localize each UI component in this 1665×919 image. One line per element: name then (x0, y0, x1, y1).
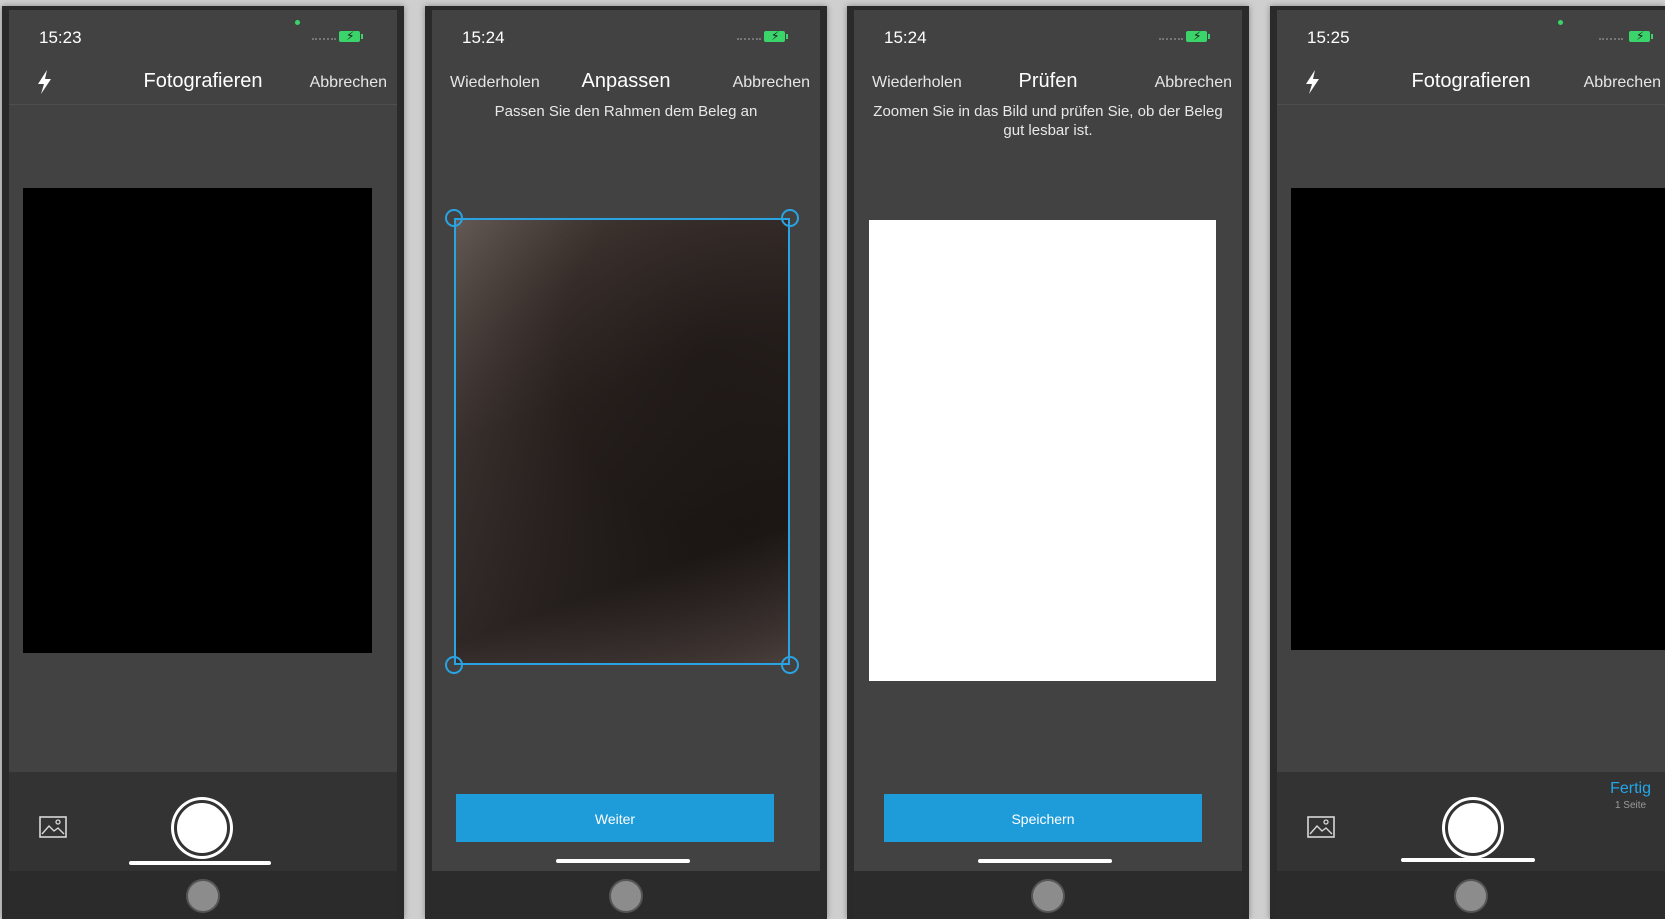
crop-handle-top-right[interactable] (781, 209, 799, 227)
save-button[interactable]: Speichern (884, 794, 1202, 842)
done-label: Fertig (1610, 780, 1651, 797)
battery-icon: ⚡ (764, 29, 788, 43)
home-button[interactable] (186, 879, 220, 913)
status-bar: 15:24 ⚡ (854, 10, 1242, 66)
battery-icon: ⚡ (1186, 29, 1210, 43)
screen-review: 15:24 ⚡ Wiederholen Prüfen Abbrechen Zoo… (847, 6, 1249, 919)
home-indicator[interactable] (1401, 858, 1535, 862)
crop-handle-bottom-left[interactable] (445, 656, 463, 674)
instruction-text: Zoomen Sie in das Bild und prüfen Sie, o… (873, 103, 1223, 139)
device-home-area (432, 871, 820, 919)
cancel-button[interactable]: Abbrechen (310, 74, 387, 92)
navigation-bar: Wiederholen Anpassen Abbrechen (432, 64, 820, 104)
shutter-button[interactable] (1445, 800, 1501, 856)
signal-icon (1159, 38, 1183, 42)
home-indicator[interactable] (556, 859, 690, 863)
signal-icon (1599, 38, 1623, 42)
cancel-button[interactable]: Abbrechen (1584, 74, 1661, 92)
home-button[interactable] (1454, 879, 1488, 913)
home-indicator[interactable] (129, 861, 271, 865)
shutter-button[interactable] (174, 800, 230, 856)
status-bar: 15:23 ⚡ (9, 10, 397, 66)
screen-adjust: 15:24 ⚡ Wiederholen Anpassen Abbrechen P… (425, 6, 827, 919)
instruction-text: Passen Sie den Rahmen dem Beleg an (494, 103, 758, 120)
camera-viewfinder (1291, 188, 1665, 650)
home-button[interactable] (609, 879, 643, 913)
device-home-area (9, 871, 397, 919)
gallery-icon[interactable] (39, 816, 67, 838)
status-time: 15:24 (462, 28, 505, 47)
crop-handle-bottom-right[interactable] (781, 656, 799, 674)
camera-viewfinder (23, 188, 372, 653)
camera-indicator-dot (1558, 20, 1563, 25)
navigation-bar: Fotografieren Abbrechen (1277, 64, 1665, 105)
screen-photograph: 15:23 ⚡ Fotografieren Abbrechen (2, 6, 404, 919)
home-button[interactable] (1031, 879, 1065, 913)
crop-handle-top-left[interactable] (445, 209, 463, 227)
document-preview[interactable] (869, 220, 1216, 681)
screen-photograph-next: 15:25 ⚡ Fotografieren Abbrechen Fertig 1… (1270, 6, 1665, 919)
camera-indicator-dot (295, 20, 300, 25)
signal-icon (737, 38, 761, 42)
signal-icon (312, 38, 336, 42)
device-home-area (854, 871, 1242, 919)
page-count: 1 Seite (1614, 800, 1647, 811)
cancel-button[interactable]: Abbrechen (733, 74, 810, 92)
done-button[interactable]: Fertig 1 Seite (1610, 780, 1651, 811)
status-time: 15:23 (39, 28, 82, 47)
cancel-button[interactable]: Abbrechen (1155, 74, 1232, 92)
device-home-area (1277, 871, 1665, 919)
battery-icon: ⚡ (339, 29, 363, 43)
status-time: 15:24 (884, 28, 927, 47)
navigation-bar: Wiederholen Prüfen Abbrechen (854, 64, 1242, 104)
navigation-bar: Fotografieren Abbrechen (9, 64, 397, 105)
battery-icon: ⚡ (1629, 29, 1653, 43)
gallery-icon[interactable] (1307, 816, 1335, 838)
status-time: 15:25 (1307, 28, 1350, 47)
home-indicator[interactable] (978, 859, 1112, 863)
status-bar: 15:25 ⚡ (1277, 10, 1665, 66)
next-button[interactable]: Weiter (456, 794, 774, 842)
status-bar: 15:24 ⚡ (432, 10, 820, 66)
crop-frame[interactable] (454, 218, 790, 665)
